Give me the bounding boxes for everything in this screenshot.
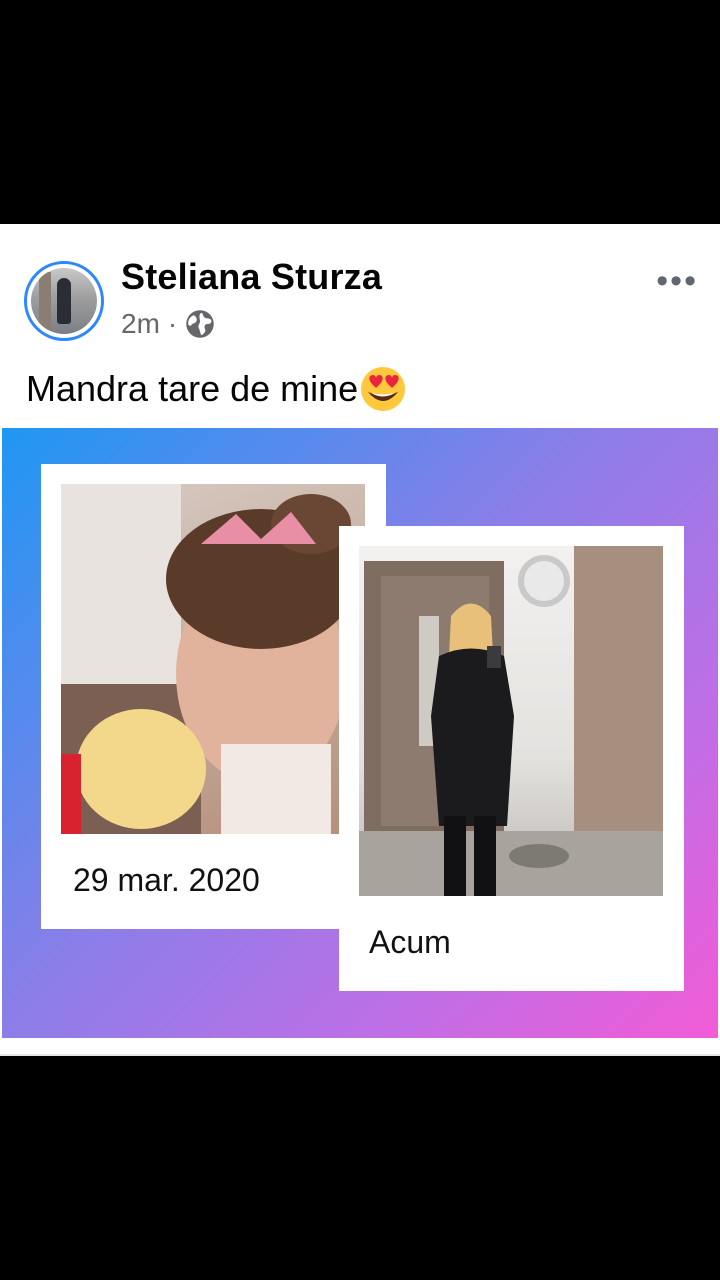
before-photo bbox=[61, 484, 365, 834]
avatar-photo bbox=[31, 268, 97, 334]
meta-separator: · bbox=[167, 308, 178, 339]
post-image[interactable]: 29 mar. 2020 Acum bbox=[2, 428, 718, 1038]
post-divider bbox=[0, 1054, 720, 1056]
before-label: 29 mar. 2020 bbox=[73, 862, 260, 898]
more-options-icon[interactable]: ••• bbox=[656, 262, 698, 301]
avatar[interactable] bbox=[24, 261, 104, 341]
before-card: 29 mar. 2020 bbox=[41, 464, 386, 929]
after-photo bbox=[359, 546, 663, 896]
caption-text: Mandra tare de mine bbox=[26, 368, 359, 409]
author-name[interactable]: Steliana Sturza bbox=[121, 256, 382, 298]
post-meta: 2m · bbox=[121, 308, 215, 340]
globe-icon bbox=[186, 310, 214, 338]
facebook-post: Steliana Sturza 2m · ••• Mandra tare de … bbox=[0, 224, 720, 1056]
heart-eyes-emoji-icon bbox=[361, 367, 406, 411]
post-caption: Mandra tare de mine bbox=[26, 364, 408, 414]
after-card: Acum bbox=[339, 526, 684, 991]
post-timestamp[interactable]: 2m bbox=[121, 308, 160, 340]
after-label: Acum bbox=[369, 924, 451, 960]
